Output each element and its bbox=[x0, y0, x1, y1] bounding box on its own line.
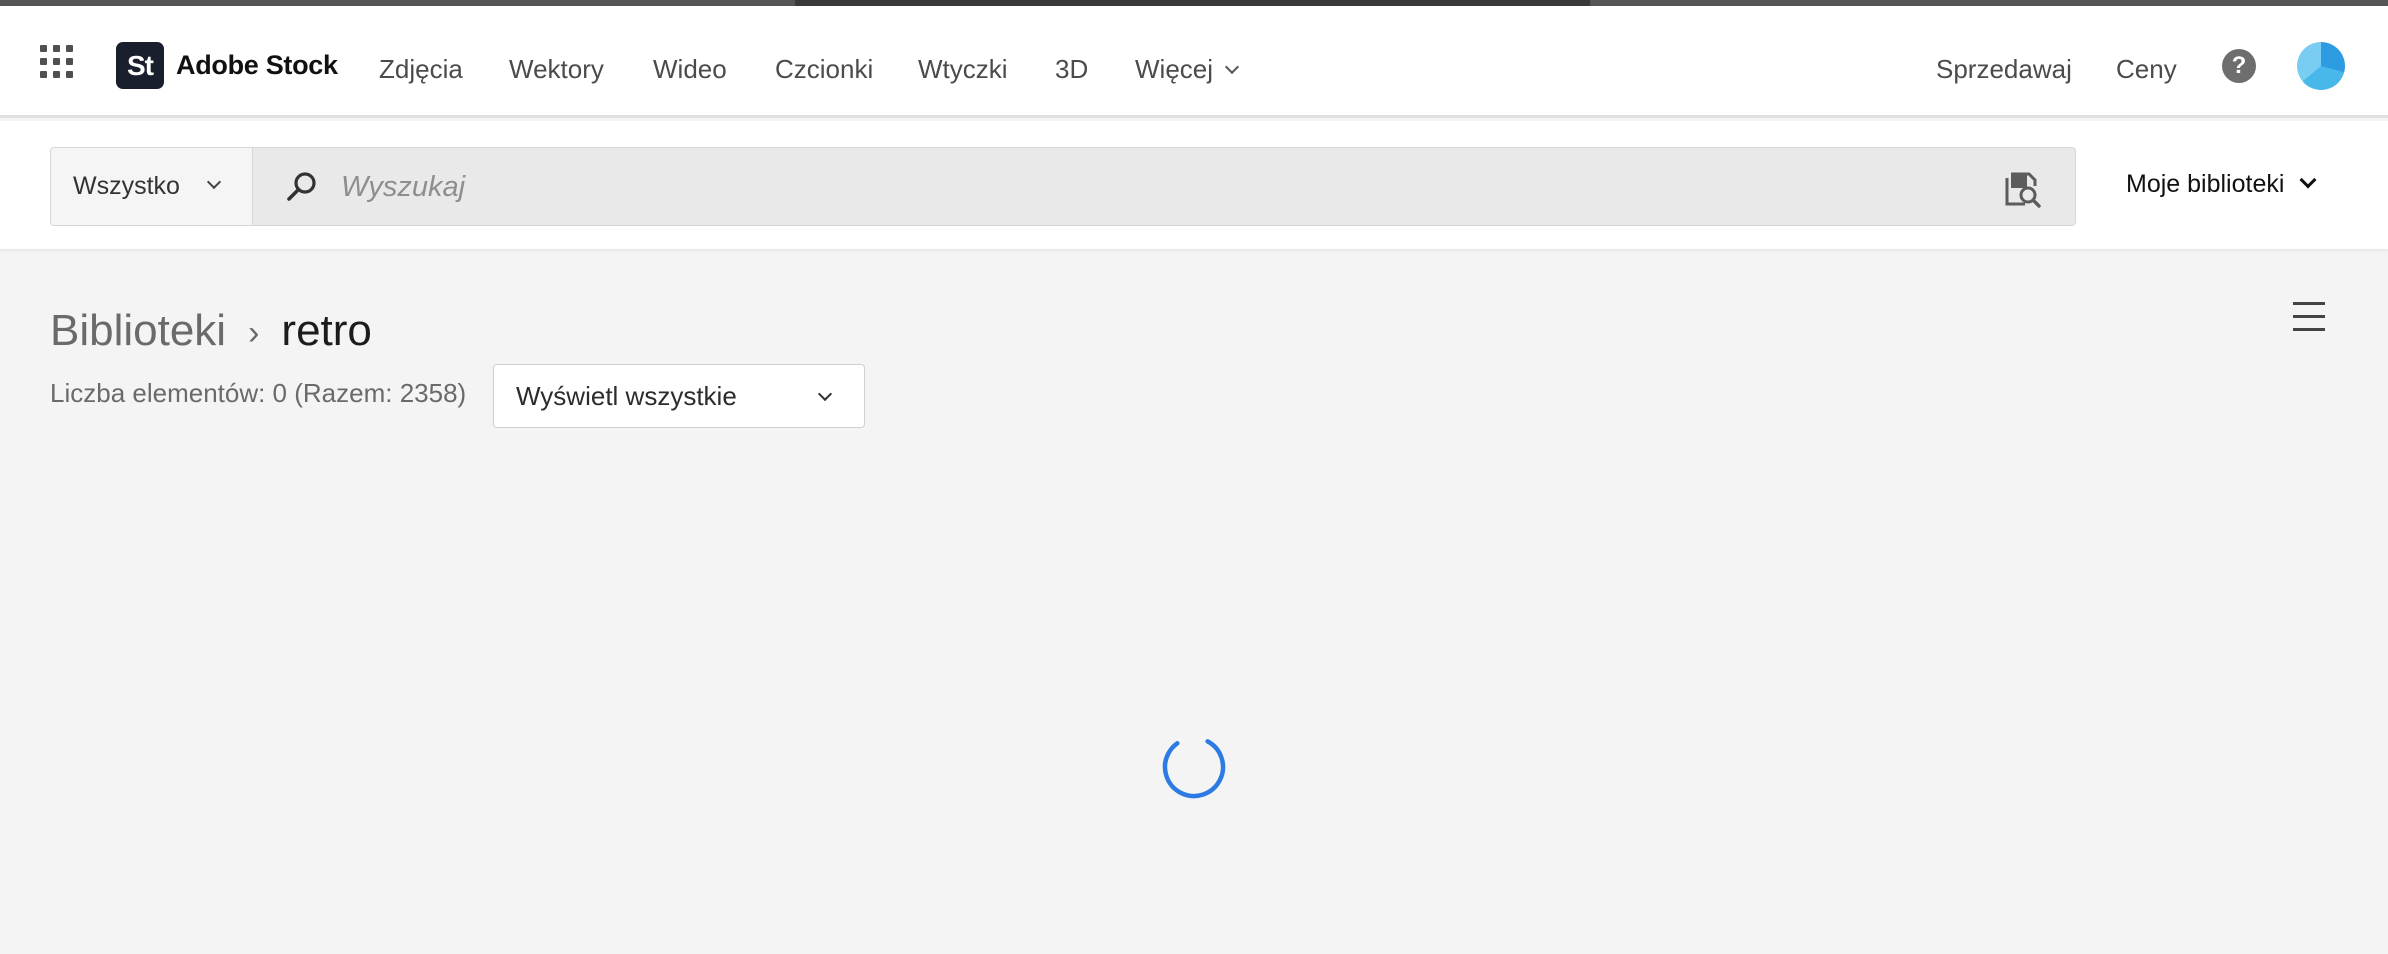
search-box: Wszystko bbox=[50, 147, 2076, 226]
search-scope-select[interactable]: Wszystko bbox=[51, 148, 253, 225]
stock-logo-badge: St bbox=[116, 42, 164, 89]
adobe-stock-logo[interactable]: St Adobe Stock bbox=[116, 42, 338, 89]
visual-search-icon[interactable] bbox=[2001, 168, 2043, 208]
breadcrumb-separator: › bbox=[248, 313, 260, 352]
chevron-down-icon bbox=[206, 174, 222, 190]
chevron-down-icon bbox=[2299, 171, 2317, 188]
nav-more-label: Więcej bbox=[1135, 54, 1214, 84]
breadcrumb: Biblioteki › retro bbox=[50, 306, 372, 356]
loading-spinner-icon bbox=[1162, 735, 1226, 799]
chevron-down-icon bbox=[1224, 59, 1240, 75]
nav-item-plugins[interactable]: Wtyczki bbox=[918, 54, 1008, 85]
view-filter-value: Wyświetl wszystkie bbox=[516, 380, 737, 411]
search-bar-area: Wszystko Moje biblioteki bbox=[0, 121, 2388, 249]
user-avatar[interactable] bbox=[2297, 42, 2345, 90]
nav-item-sell[interactable]: Sprzedawaj bbox=[1936, 54, 2072, 85]
nav-item-photos[interactable]: Zdjęcia bbox=[379, 54, 463, 85]
my-libraries-dropdown[interactable]: Moje biblioteki bbox=[2126, 170, 2317, 199]
search-input[interactable] bbox=[341, 162, 1991, 212]
breadcrumb-libraries-link[interactable]: Biblioteki bbox=[50, 306, 226, 356]
search-scope-value: Wszystko bbox=[73, 172, 180, 200]
search-icon bbox=[287, 172, 316, 201]
item-count-text: Liczba elementów: 0 (Razem: 2358) bbox=[50, 378, 467, 408]
nav-item-3d[interactable]: 3D bbox=[1055, 54, 1088, 85]
my-libraries-label: Moje biblioteki bbox=[2126, 170, 2285, 198]
nav-item-vectors[interactable]: Wektory bbox=[509, 54, 604, 85]
chevron-down-icon bbox=[817, 386, 833, 402]
nav-item-more[interactable]: Więcej bbox=[1135, 54, 1240, 85]
top-navigation-bar: St Adobe Stock Zdjęcia Wektory Wideo Czc… bbox=[0, 6, 2388, 118]
view-filter-select[interactable]: Wyświetl wszystkie bbox=[493, 364, 865, 428]
nav-item-pricing[interactable]: Ceny bbox=[2116, 54, 2177, 85]
page-title: retro bbox=[281, 306, 372, 355]
menu-icon[interactable] bbox=[2293, 302, 2325, 332]
nav-item-video[interactable]: Wideo bbox=[653, 54, 727, 85]
help-icon[interactable]: ? bbox=[2222, 49, 2256, 83]
brand-name: Adobe Stock bbox=[176, 50, 338, 80]
apps-grid-icon[interactable] bbox=[40, 45, 74, 79]
nav-item-fonts[interactable]: Czcionki bbox=[775, 54, 873, 85]
